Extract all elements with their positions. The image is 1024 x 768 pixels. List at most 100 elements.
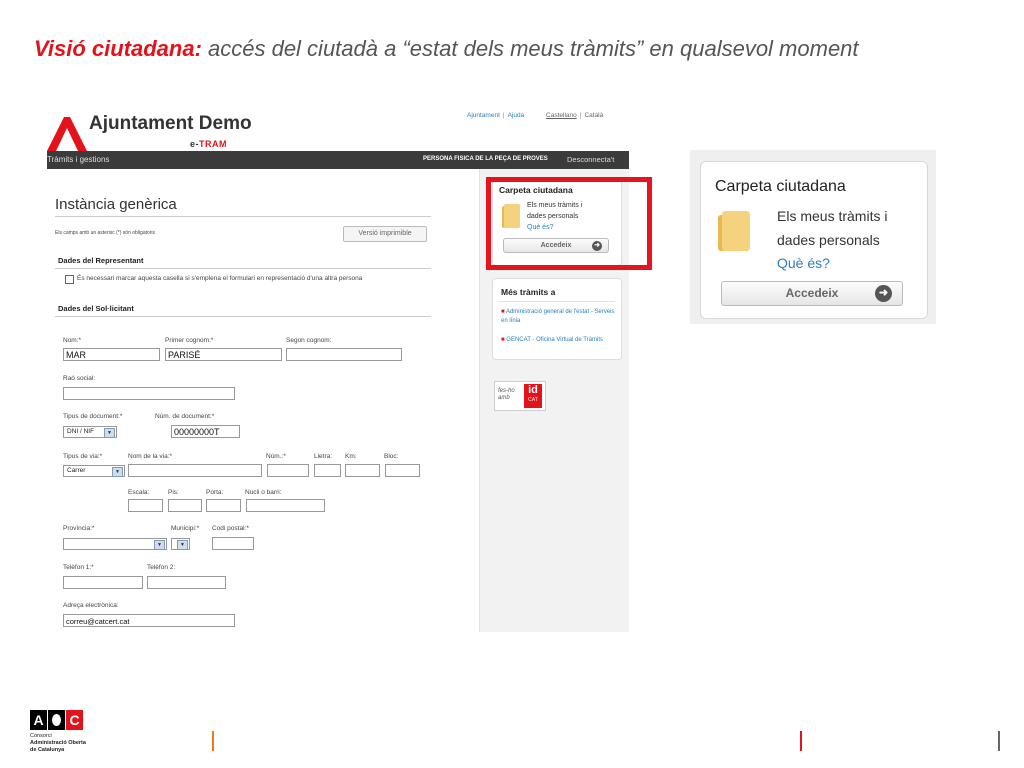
aoc-name-line3: de Catalunya (30, 747, 65, 753)
provincia-select[interactable]: ▼ (63, 538, 167, 550)
chevron-down-icon: ▼ (177, 540, 188, 550)
link-catala[interactable]: Català (584, 112, 603, 119)
mes-tramits-item[interactable]: ■ GENCAT - Oficina Virtual de Tràmits (501, 336, 619, 345)
tipus-document-value: DNI / NIF (67, 428, 95, 435)
nom-input[interactable]: MAR (63, 348, 160, 361)
codi-postal-input[interactable] (212, 537, 254, 550)
slide-title: Visió ciutadana: accés del ciutadà a “es… (34, 36, 859, 62)
zoom-line2: dades personals (777, 232, 880, 248)
label-provincia: Província:* (63, 525, 95, 532)
aoc-logo: A C (30, 710, 85, 732)
telefon1-input[interactable] (63, 576, 143, 589)
mes-tramits-item-label: GENCAT - Oficina Virtual de Tràmits (506, 337, 603, 343)
section-sollicitant: Dades del Sol·licitant (58, 304, 134, 313)
link-ajuda[interactable]: Ajuda (508, 112, 525, 119)
footer-divider (212, 731, 214, 751)
aoc-name-line2: Administració Oberta (30, 740, 86, 746)
brand-sub-tram: TRAM (199, 139, 228, 149)
section-representant: Dades del Representant (58, 256, 144, 265)
label-municipi: Municipi:* (171, 525, 200, 532)
tipus-document-select[interactable]: DNI / NIF ▼ (63, 426, 117, 438)
label-km: Km: (345, 453, 357, 460)
nav-user-name: PERSONA FISICA DE LA PEÇA DE PROVES (423, 156, 548, 162)
footer-divider (800, 731, 802, 751)
municipi-select[interactable]: ▼ (171, 538, 190, 550)
segon-cognom-input[interactable] (286, 348, 402, 361)
num-document-input[interactable]: 00000000T (171, 425, 240, 438)
label-telefon2: Telèfon 2: (147, 564, 176, 571)
brand-name: Ajuntament Demo (89, 113, 252, 134)
porta-input[interactable] (206, 499, 241, 512)
escala-input[interactable] (128, 499, 163, 512)
app-logo[interactable]: Ajuntament Demo e-TRAM (47, 110, 347, 151)
navbar: Tràmits i gestions PERSONA FISICA DE LA … (47, 151, 629, 169)
num-input[interactable] (267, 464, 309, 477)
idcat-badge-text: fes-ho amb (498, 388, 515, 401)
aoc-logo-o (48, 710, 65, 730)
form-area: Instància genèrica Els camps amb un aste… (47, 169, 479, 632)
print-version-button[interactable]: Versió imprimible (343, 226, 427, 242)
mes-tramits-title: Més tràmits a (501, 287, 556, 297)
zoom-que-es-link[interactable]: Què és? (777, 255, 830, 271)
folder-icon (718, 211, 750, 251)
label-rao-social: Raó social: (63, 375, 96, 382)
bloc-input[interactable] (385, 464, 420, 477)
ajuntament-chevron-icon (47, 117, 87, 151)
rao-social-input[interactable] (63, 387, 235, 400)
label-tipus-via: Tipus de via:* (63, 453, 103, 460)
label-segon-cognom: Segon cognom: (286, 337, 332, 344)
zoom-title: Carpeta ciutadana (715, 178, 846, 195)
footer-divider (998, 731, 1000, 751)
zoom-line1: Els meus tràmits i (777, 208, 888, 224)
label-num-document: Núm. de document:* (155, 413, 215, 420)
mes-tramits-card: Més tràmits a ■ Administració general de… (492, 278, 622, 360)
label-pis: Pis: (168, 489, 179, 496)
nav-tramits[interactable]: Tràmits i gestions (47, 155, 109, 164)
representation-checkbox[interactable] (65, 275, 74, 284)
pis-input[interactable] (168, 499, 202, 512)
top-links: Ajuntament | Ajuda Castellano | Català (467, 112, 604, 119)
brand-subtitle: e-TRAM (190, 139, 227, 149)
mes-tramits-item[interactable]: ■ Administració general de l'estat - Ser… (501, 308, 619, 326)
label-codi-postal: Codi postal:* (212, 525, 249, 532)
arrow-right-icon: ➜ (875, 285, 892, 302)
label-lletra: Lletra: (314, 453, 333, 460)
link-castellano[interactable]: Castellano (546, 112, 577, 119)
slide-title-rest: accés del ciutadà a “estat dels meus trà… (201, 36, 859, 61)
representation-checkbox-label: És necessari marcar aquesta casella si s… (77, 275, 363, 282)
aoc-logo-a: A (30, 710, 47, 730)
divider (55, 268, 431, 269)
tipus-via-value: Carrer (67, 467, 86, 474)
label-porta: Porta: (206, 489, 224, 496)
idcat-logo: id CAT (524, 384, 542, 408)
lletra-input[interactable] (314, 464, 341, 477)
zoom-accedeix-button[interactable]: Accedeix ➜ (721, 281, 903, 306)
tipus-via-select[interactable]: Carrer ▼ (63, 465, 125, 477)
label-tipus-document: Tipus de document:* (63, 413, 123, 420)
telefon2-input[interactable] (147, 576, 226, 589)
chevron-down-icon: ▼ (112, 467, 123, 477)
logout-link[interactable]: Desconnecta't (567, 155, 614, 164)
label-nom-via: Nom de la via:* (128, 453, 173, 460)
label-nucli: Nucli o barri: (245, 489, 282, 496)
required-note: Els camps amb un asterisc (*) són obliga… (55, 230, 156, 236)
divider (499, 301, 615, 302)
brand-sub-e: e- (190, 139, 200, 149)
highlight-frame (486, 177, 652, 270)
idcat-badge[interactable]: fes-ho amb id CAT (494, 381, 546, 411)
label-escala: Escala: (128, 489, 150, 496)
label-telefon1: Telèfon 1:* (63, 564, 94, 571)
link-ajuntament[interactable]: Ajuntament (467, 112, 500, 119)
label-bloc: Bloc: (384, 453, 399, 460)
label-primer-cognom: Primer cognom:* (165, 337, 214, 344)
primer-cognom-input[interactable]: PARISÉ (165, 348, 282, 361)
km-input[interactable] (345, 464, 380, 477)
label-nom: Nom:* (63, 337, 82, 344)
chevron-down-icon: ▼ (104, 428, 115, 438)
nucli-input[interactable] (246, 499, 325, 512)
email-input[interactable]: correu@catcert.cat (63, 614, 235, 627)
label-email: Adreça electrònica: (63, 602, 119, 609)
idcat-logo-id: id (528, 384, 538, 396)
aoc-name-line1: Consorci (30, 733, 52, 739)
nom-via-input[interactable] (128, 464, 262, 477)
